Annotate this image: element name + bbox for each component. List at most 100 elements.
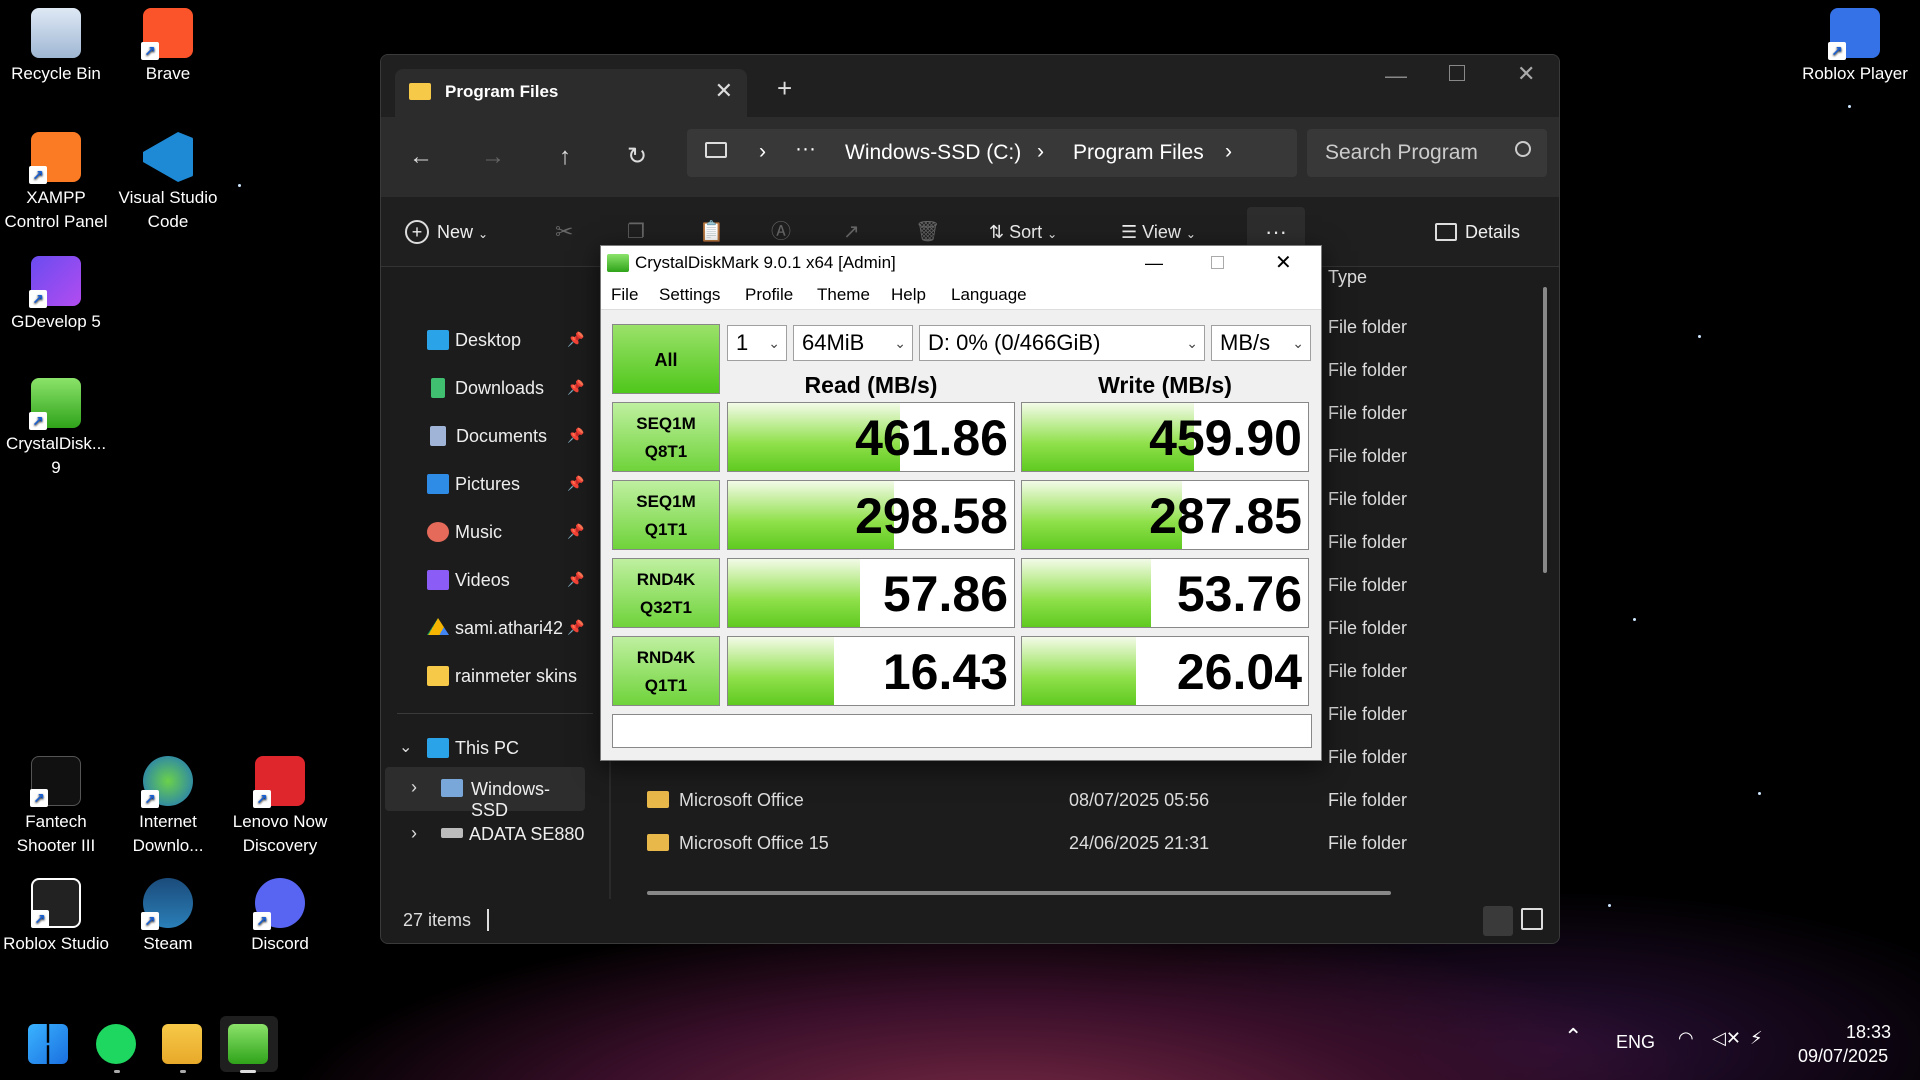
chevron-right-icon: › [1225,140,1232,163]
language-indicator[interactable]: ENG [1616,1032,1655,1053]
cdm-close-icon[interactable]: ✕ [1275,246,1292,280]
cut-icon[interactable]: ✂ [555,217,573,247]
computer-icon [705,142,727,158]
sidebar-item-downloads[interactable]: Downloads [427,373,544,403]
desktop-icon-fantech[interactable]: ↗ Fantech Shooter III [0,752,112,858]
sort-button[interactable]: ⇅ Sort ⌄ [989,217,1057,247]
desktop-icon-brave[interactable]: ↗ Brave [112,4,224,86]
desktop-icon-roblox-player[interactable]: ↗ Roblox Player [1792,4,1918,86]
windows-drive-icon [441,779,463,797]
desktop-icon-crystaldisk[interactable]: ↗ CrystalDisk... 9 [0,374,112,480]
forward-icon[interactable]: → [473,137,513,177]
copy-icon[interactable]: ❐ [627,217,645,247]
desktop-icon-lenovo[interactable]: ↗ Lenovo Now Discovery [224,752,336,858]
details-button[interactable]: Details [1435,217,1520,247]
delete-icon[interactable]: 🗑 [915,217,940,247]
cdm-maximize-icon[interactable] [1211,256,1224,269]
details-view-icon[interactable] [1483,906,1513,936]
tiles-view-icon[interactable] [1521,908,1543,930]
unit-select[interactable]: MB/s ⌄ [1211,325,1311,361]
desktop-icon-idm[interactable]: ↗ Internet Downlo... [112,752,224,858]
battery-charging-icon[interactable]: ⚡ [1750,1028,1763,1049]
cdm-minimize-icon[interactable]: — [1145,246,1163,280]
desktop-icon-vscode[interactable]: Visual Studio Code [112,128,224,234]
pin-icon: 📌 [567,379,585,395]
scrollbar-horizontal[interactable] [647,891,1391,895]
menu-theme[interactable]: Theme [817,280,870,310]
run-all-button[interactable]: All [612,324,720,394]
test-size-select[interactable]: 64MiB ⌄ [793,325,913,361]
sidebar-item-google-drive[interactable]: sami.athari42 [427,613,563,643]
desktop-icon-roblox-studio[interactable]: ↗ Roblox Studio [0,874,112,956]
menu-language[interactable]: Language [951,280,1027,310]
file-explorer-icon[interactable] [162,1024,202,1064]
roblox-player-icon: ↗ [1828,8,1880,60]
close-tab-icon[interactable]: ✕ [715,78,733,104]
test-button-seq1m-q1t1[interactable]: SEQ1M Q1T1 [612,480,720,550]
chevron-down-icon[interactable]: ⌄ [399,737,412,757]
breadcrumb-program-files[interactable]: Program Files [1073,141,1204,165]
desktop-icon-gdevelop[interactable]: ↗ GDevelop 5 [0,252,112,334]
test-button-seq1m-q8t1[interactable]: SEQ1M Q8T1 [612,402,720,472]
drive-select[interactable]: D: 0% (0/466GiB) ⌄ [919,325,1205,361]
new-button[interactable]: + New ⌄ [405,217,488,247]
crystaldisk-icon[interactable] [228,1024,268,1064]
clock-time[interactable]: 18:33 [1846,1022,1891,1043]
desktop-icon-xampp[interactable]: ↗ XAMPP Control Panel [0,128,112,234]
up-icon[interactable]: ↑ [545,137,585,177]
music-icon [427,522,449,542]
menu-settings[interactable]: Settings [659,280,720,310]
spotify-icon[interactable] [96,1024,136,1064]
menu-help[interactable]: Help [891,280,926,310]
clock-date[interactable]: 09/07/2025 [1798,1046,1888,1067]
back-icon[interactable]: ← [401,137,441,177]
menu-profile[interactable]: Profile [745,280,793,310]
view-button[interactable]: ☰ View ⌄ [1121,217,1196,247]
test-button-rnd4k-q32t1[interactable]: RND4K Q32T1 [612,558,720,628]
sidebar-item-desktop[interactable]: Desktop [427,325,521,355]
breadcrumb-windows-ssd[interactable]: Windows-SSD (C:) [845,141,1021,165]
comment-input[interactable] [612,714,1312,748]
scrollbar-vertical[interactable] [1543,287,1547,573]
column-header-type[interactable]: Type [1328,267,1367,288]
search-box[interactable]: Search Program [1307,129,1547,177]
desktop-icon-discord[interactable]: ↗ Discord [224,874,336,956]
desktop-icon-recycle-bin[interactable]: Recycle Bin [0,4,112,86]
chevron-right-icon[interactable]: › [411,823,417,844]
maximize-icon[interactable] [1449,65,1465,81]
sidebar-item-pictures[interactable]: Pictures [427,469,520,499]
rename-icon[interactable]: Ⓐ [771,217,791,247]
test-count-select[interactable]: 1 ⌄ [727,325,787,361]
share-icon[interactable]: ↗ [843,217,860,247]
sidebar-item-videos[interactable]: Videos [427,565,510,595]
sidebar-item-adata[interactable]: ADATA SE880 [441,819,584,849]
new-tab-icon[interactable]: + [777,73,792,104]
sidebar-item-windows-ssd[interactable]: › Windows-SSD [385,767,585,820]
refresh-icon[interactable]: ↻ [617,137,657,177]
documents-icon [430,426,446,446]
close-window-icon[interactable]: ✕ [1517,61,1535,87]
sidebar-item-documents[interactable]: Documents [427,421,547,451]
paste-icon[interactable]: 📋 [699,217,724,247]
test-button-rnd4k-q1t1[interactable]: RND4K Q1T1 [612,636,720,706]
steam-icon: ↗ [141,878,193,930]
start-icon[interactable] [28,1024,68,1064]
type-cell: File folder [1328,704,1408,724]
write-result-seq1m-q8t1: 459.90 [1021,402,1309,472]
crystaldisk-icon [607,254,629,272]
desktop-icon-steam[interactable]: ↗ Steam [112,874,224,956]
menu-file[interactable]: File [611,280,638,310]
tab-program-files[interactable]: Program Files ✕ [395,69,747,117]
address-bar[interactable]: › ··· Windows-SSD (C:) › Program Files › [687,129,1297,177]
minimize-icon[interactable]: — [1385,63,1407,89]
wifi-icon[interactable]: ◠ [1678,1028,1694,1049]
chevron-up-icon[interactable]: ⌃ [1564,1024,1582,1050]
list-item[interactable]: Microsoft Office 08/07/2025 05:56 File f… [647,785,1547,815]
list-item[interactable]: Microsoft Office 15 24/06/2025 21:31 Fil… [647,828,1547,858]
sidebar-item-music[interactable]: Music [427,517,502,547]
sidebar-item-rainmeter-skins[interactable]: rainmeter skins [427,661,577,691]
breadcrumb-more[interactable]: ··· [795,137,816,161]
sidebar-item-this-pc[interactable]: This PC [427,733,519,763]
search-input[interactable]: Search Program [1325,141,1478,165]
volume-muted-icon[interactable]: ◁✕ [1712,1028,1741,1049]
